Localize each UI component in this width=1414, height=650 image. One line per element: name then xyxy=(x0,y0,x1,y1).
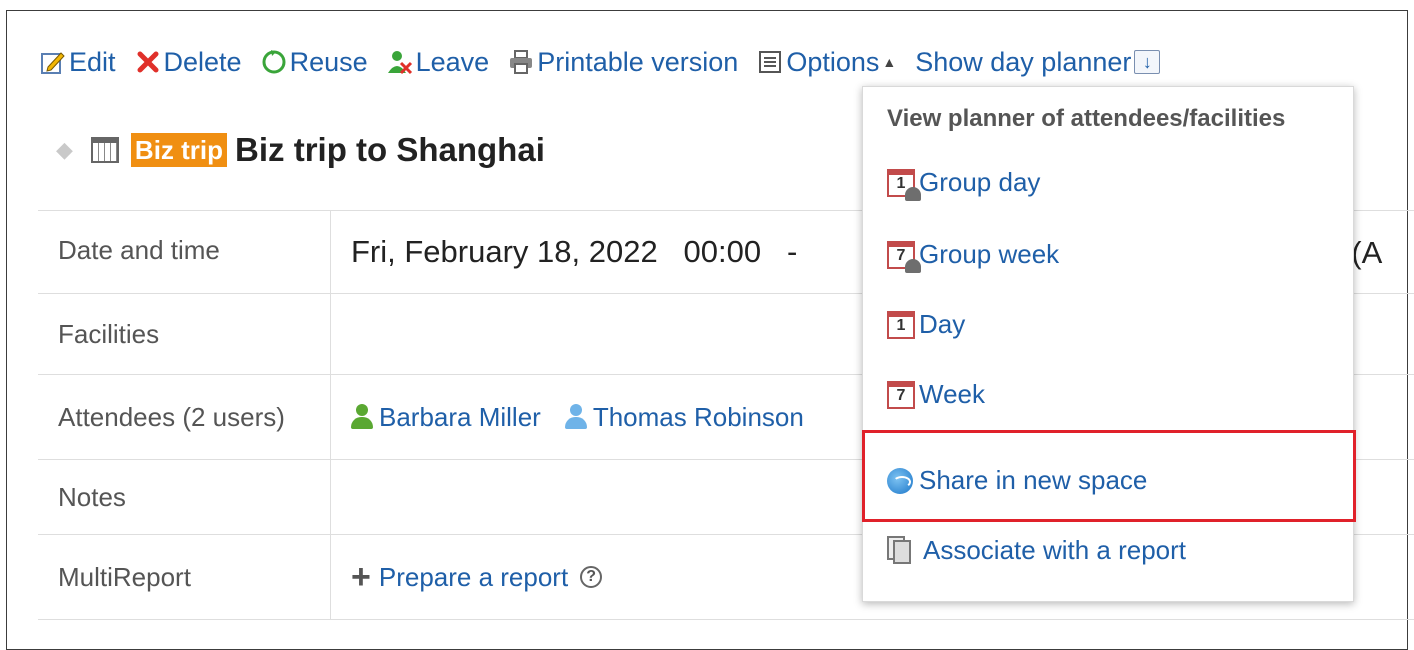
toolbar: Edit Delete Reuse Leave Printable versio… xyxy=(40,44,1179,80)
week-calendar-icon: 7 xyxy=(887,380,915,409)
reuse-label: Reuse xyxy=(289,46,368,77)
prepare-report-link[interactable]: Prepare a report xyxy=(379,562,568,593)
menu-item-label: Group week xyxy=(919,239,1060,269)
event-title: Biz trip to Shanghai xyxy=(235,131,545,168)
attendee-name: Barbara Miller xyxy=(379,401,541,432)
calendar-icon xyxy=(90,137,119,163)
menu-header: View planner of attendees/facilities xyxy=(887,105,1286,132)
notes-label: Notes xyxy=(38,460,331,534)
attendee-name: Thomas Robinson xyxy=(592,401,804,432)
menu-item-label: Day xyxy=(919,309,966,339)
edit-button[interactable]: Edit xyxy=(40,47,116,78)
delete-icon xyxy=(135,49,161,75)
menu-item-group-day[interactable]: 1 Group day xyxy=(887,167,1041,201)
menu-item-day[interactable]: 1 Day xyxy=(887,309,965,340)
user-icon xyxy=(351,404,373,430)
edit-icon xyxy=(40,49,66,75)
event-type-badge: Biz trip xyxy=(130,133,228,167)
group-week-icon: 7 xyxy=(887,240,921,273)
menu-item-label: Associate with a report xyxy=(923,535,1187,565)
reuse-button[interactable]: Reuse xyxy=(261,47,368,78)
leave-user-icon xyxy=(387,49,413,75)
options-button[interactable]: Options ▲ xyxy=(757,47,896,78)
help-icon[interactable]: ? xyxy=(580,566,603,588)
globe-icon xyxy=(887,467,913,494)
attendees-label: Attendees (2 users) xyxy=(38,375,331,459)
options-label: Options xyxy=(786,46,880,77)
delete-button[interactable]: Delete xyxy=(135,47,242,78)
menu-item-share-in-new-space[interactable]: Share in new space xyxy=(887,465,1147,496)
options-dropdown-menu: View planner of attendees/facilities 1 G… xyxy=(862,86,1354,602)
show-day-planner-button[interactable]: Show day planner ↓ xyxy=(915,46,1161,78)
event-title-row: ◆ Biz trip Biz trip to Shanghai xyxy=(56,128,545,172)
plus-icon: + xyxy=(351,558,371,596)
printer-icon xyxy=(508,49,534,75)
facilities-label: Facilities xyxy=(38,294,331,374)
recycle-icon xyxy=(261,49,287,75)
menu-item-associate-report[interactable]: Associate with a report xyxy=(887,535,1186,566)
menu-item-group-week[interactable]: 7 Group week xyxy=(887,239,1060,273)
menu-item-label: Group day xyxy=(919,167,1041,197)
menu-item-label: Week xyxy=(919,379,985,409)
menu-item-week[interactable]: 7 Week xyxy=(887,379,985,410)
attendee-link[interactable]: Barbara Miller xyxy=(351,402,541,433)
arrow-down-icon: ↓ xyxy=(1134,50,1161,74)
attendee-link[interactable]: Thomas Robinson xyxy=(564,401,804,433)
show-day-planner-label: Show day planner xyxy=(915,46,1132,77)
report-icon xyxy=(887,535,915,566)
user-icon xyxy=(564,404,587,430)
menu-lines-icon xyxy=(757,49,783,75)
printable-version-button[interactable]: Printable version xyxy=(508,47,738,78)
edit-label: Edit xyxy=(69,46,116,77)
star-icon[interactable]: ◆ xyxy=(56,137,73,163)
menu-item-label: Share in new space xyxy=(919,465,1148,495)
group-day-icon: 1 xyxy=(887,168,921,201)
date-label: Date and time xyxy=(38,211,331,293)
printable-label: Printable version xyxy=(537,46,739,77)
leave-label: Leave xyxy=(415,46,490,77)
delete-label: Delete xyxy=(163,46,242,77)
date-value: Fri, February 18, 2022 00:00 - xyxy=(351,234,798,269)
day-calendar-icon: 1 xyxy=(887,310,915,339)
leave-button[interactable]: Leave xyxy=(387,46,490,78)
multireport-label: MultiReport xyxy=(38,535,331,619)
caret-up-icon: ▲ xyxy=(882,54,897,70)
